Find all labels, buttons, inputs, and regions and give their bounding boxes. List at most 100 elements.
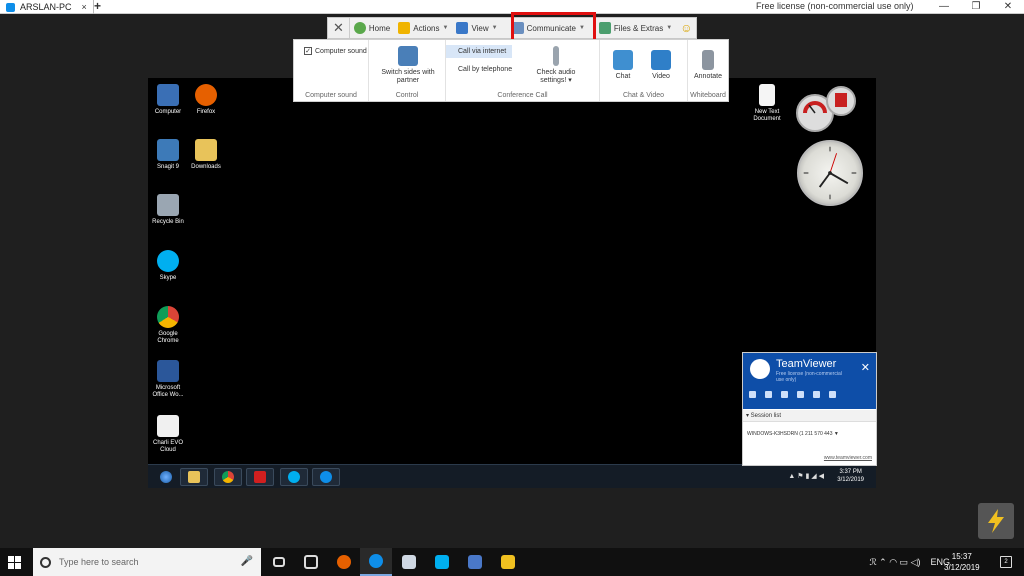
taskbar-app-notes[interactable] (459, 548, 491, 576)
desktop-icon-text-document[interactable]: New Text Document (747, 84, 787, 123)
new-tab-button[interactable]: + (94, 0, 101, 13)
annotate-button[interactable]: Annotate (690, 50, 726, 81)
check-audio-button[interactable]: Check audio settings! ▾ (526, 46, 586, 85)
video-icon (651, 50, 671, 70)
taskbar-app-skype[interactable] (426, 548, 458, 576)
desktop-icon-downloads[interactable]: Downloads (186, 139, 226, 171)
tray-icons[interactable]: ℛ ⌃ ◠ ▭ ◁) (869, 557, 920, 568)
chat-icon[interactable] (781, 391, 788, 398)
teamviewer-icon (6, 3, 15, 12)
desktop-icon-snagit[interactable]: Snagit 9 (148, 139, 188, 171)
taskbar-app-firefox[interactable] (328, 548, 360, 576)
files-icon (598, 22, 611, 34)
desktop-icon-charli[interactable]: Charli EVO Cloud (148, 415, 188, 454)
session-row[interactable]: WINDOWS-K3HSDRN (1 211 570 443 ▼ (747, 431, 839, 437)
window-icon (304, 555, 318, 569)
remote-taskbar-explorer[interactable] (180, 468, 208, 486)
firefox-icon (195, 84, 217, 106)
chat-icon (613, 50, 633, 70)
group-whiteboard: Annotate Whiteboard (688, 40, 728, 101)
notes-icon (468, 555, 482, 569)
desktop-icon-firefox[interactable]: Firefox (186, 84, 226, 116)
desktop-icon-skype[interactable]: Skype (148, 250, 188, 282)
taskbar-date: 3/12/2019 (944, 563, 980, 572)
collapse-icon[interactable] (829, 391, 836, 398)
microphone-icon[interactable]: 🎤 (241, 556, 253, 567)
notification-icon[interactable]: 2 (1000, 556, 1012, 568)
group-conference-call: Call via internet Call by telephone Chec… (446, 40, 600, 101)
remote-taskbar-acrobat[interactable] (246, 468, 274, 486)
teamviewer-panel-title: TeamViewer (776, 358, 837, 370)
switch-sides-button[interactable]: Switch sides with partner (379, 46, 437, 85)
taskbar-app-lightning[interactable] (492, 548, 524, 576)
check-icon[interactable] (813, 391, 820, 398)
desktop-icon-word[interactable]: Microsoft Office Wo... (148, 360, 188, 399)
pen-icon (702, 50, 714, 70)
remote-tray-icons: ▲ ⚑ ▮ ◢ ◀ (788, 473, 824, 480)
taskbar-search-box[interactable]: Type here to search 🎤 (33, 548, 261, 576)
video-icon[interactable] (749, 391, 756, 398)
tab-title: ARSLAN-PC (20, 2, 72, 12)
remote-taskbar-chrome[interactable] (214, 468, 242, 486)
teamviewer-corner-button[interactable] (978, 503, 1014, 539)
firefox-icon (337, 555, 351, 569)
snagit-icon (157, 139, 179, 161)
close-session-button[interactable]: ✕ (328, 18, 350, 38)
lightning-icon (501, 555, 515, 569)
lightning-icon (398, 22, 411, 34)
taskbar-time: 15:37 (951, 552, 972, 561)
restore-button[interactable]: ❐ (966, 0, 986, 14)
taskbar-app-window[interactable] (295, 548, 327, 576)
minimize-button[interactable]: — (934, 0, 954, 14)
teamviewer-icon (320, 471, 332, 483)
teamviewer-panel-subtitle: Free license (non-commercial use only) (776, 371, 842, 383)
view-menu[interactable]: View ▼ (452, 18, 501, 38)
remote-date: 3/12/2019 (837, 477, 864, 483)
session-list-header[interactable]: ▾ Session list (743, 410, 876, 422)
call-by-telephone-button[interactable]: Call by telephone (446, 66, 516, 73)
home-button[interactable]: Home (350, 18, 394, 38)
taskbar-clock[interactable]: 15:37 3/12/2019 (944, 551, 980, 573)
clock-gadget (797, 140, 863, 206)
remote-start-button[interactable] (152, 468, 180, 486)
communicate-ribbon: ✓ Computer sound Computer sound Switch s… (293, 39, 729, 102)
video-button[interactable]: Video (646, 50, 676, 81)
teamviewer-panel: TeamViewer Free license (non-commercial … (742, 352, 877, 466)
taskbar-app-box[interactable] (393, 548, 425, 576)
teamviewer-panel-close-icon[interactable]: ✕ (861, 361, 870, 374)
headset-icon[interactable] (765, 391, 772, 398)
files-icon[interactable] (797, 391, 804, 398)
emoji-button[interactable]: ☺ (676, 18, 696, 38)
call-via-internet-button[interactable]: Call via internet (446, 45, 512, 58)
cortana-icon (40, 556, 51, 568)
computer-sound-checkbox[interactable]: ✓ Computer sound (304, 47, 367, 55)
chat-button[interactable]: Chat (608, 50, 638, 81)
microphone-icon (553, 46, 559, 66)
teamviewer-link[interactable]: www.teamviewer.com (824, 455, 872, 461)
chevron-down-icon: ▼ (491, 25, 498, 31)
task-view-button[interactable] (263, 548, 295, 576)
acrobat-icon (254, 471, 266, 483)
computer-icon (157, 84, 179, 106)
remote-clock[interactable]: 3:37 PM 3/12/2019 (837, 468, 864, 484)
box-icon (402, 555, 416, 569)
teamviewer-panel-actions (749, 391, 836, 398)
windows-start-icon[interactable] (8, 556, 21, 569)
system-tray[interactable]: ℛ ⌃ ◠ ▭ ◁) ENG (869, 557, 950, 568)
files-extras-menu[interactable]: Files & Extras ▼ (595, 18, 676, 38)
close-window-button[interactable]: ✕ (998, 0, 1018, 14)
tab-session[interactable]: ARSLAN-PC × (2, 0, 94, 14)
remote-taskbar-teamviewer[interactable] (312, 468, 340, 486)
desktop-icon-chrome[interactable]: Google Chrome (148, 306, 188, 345)
tab-close-icon[interactable]: × (82, 0, 87, 14)
recycle-bin-icon (157, 194, 179, 216)
taskbar-app-teamviewer[interactable] (360, 548, 392, 576)
teamviewer-panel-header: TeamViewer Free license (non-commercial … (743, 353, 876, 409)
remote-taskbar: ▲ ⚑ ▮ ◢ ◀ 3:37 PM 3/12/2019 (148, 464, 876, 488)
desktop-icon-recycle-bin[interactable]: Recycle Bin (148, 194, 188, 226)
folder-icon (188, 471, 200, 483)
desktop-icon-computer[interactable]: Computer (148, 84, 188, 116)
remote-taskbar-skype[interactable] (280, 468, 308, 486)
search-placeholder: Type here to search (59, 557, 139, 567)
actions-menu[interactable]: Actions ▼ (394, 18, 452, 38)
